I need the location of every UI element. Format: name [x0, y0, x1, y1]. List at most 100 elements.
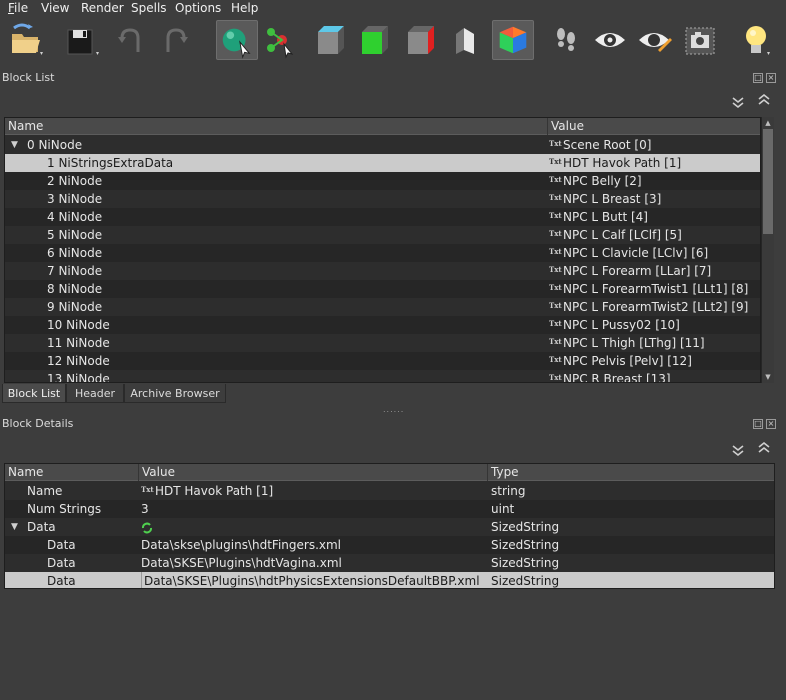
- row-name: 4 NiNode: [47, 210, 103, 224]
- color-cube-icon[interactable]: [492, 20, 534, 60]
- menu-view[interactable]: View: [41, 0, 69, 16]
- table-row[interactable]: ▼ Data SizedString: [5, 518, 774, 536]
- expand-arrow-icon[interactable]: ▼: [11, 136, 21, 154]
- close-icon[interactable]: ×: [766, 419, 776, 429]
- open-file-icon[interactable]: [8, 20, 44, 60]
- row-value: NPC L Breast [3]: [563, 192, 662, 206]
- green-box-icon[interactable]: [356, 20, 392, 60]
- expand-arrow-icon[interactable]: ▼: [11, 518, 21, 536]
- row-name: 12 NiNode: [47, 354, 110, 368]
- list-item[interactable]: 12 NiNode TxtNPC Pelvis [Pelv] [12]: [5, 352, 760, 370]
- chevron-up-icon[interactable]: [757, 442, 771, 454]
- row-name: 1 NiStringsExtraData: [47, 156, 174, 170]
- block-list-header: Name Value: [5, 118, 760, 135]
- menu-render[interactable]: Render: [81, 0, 124, 16]
- txt-icon: Txt: [549, 229, 562, 238]
- refresh-icon[interactable]: [141, 518, 153, 536]
- scrollbar-thumb[interactable]: [763, 129, 773, 234]
- list-item[interactable]: ▼ 0 NiNode TxtScene Root [0]: [5, 136, 760, 154]
- table-row[interactable]: Data Data\skse\plugins\hdtFingers.xml Si…: [5, 536, 774, 554]
- list-item[interactable]: 10 NiNode TxtNPC L Pussy02 [10]: [5, 316, 760, 334]
- menu-options[interactable]: Options: [175, 0, 221, 16]
- close-icon[interactable]: ×: [766, 73, 776, 83]
- detail-name: Data: [47, 556, 76, 570]
- table-row[interactable]: Name TxtHDT Havok Path [1] string: [5, 482, 774, 500]
- list-item[interactable]: 11 NiNode TxtNPC L Thigh [LThg] [11]: [5, 334, 760, 352]
- list-item[interactable]: 3 NiNode TxtNPC L Breast [3]: [5, 190, 760, 208]
- eye-icon[interactable]: [592, 20, 628, 60]
- row-value: NPC L ForearmTwist2 [LLt2] [9]: [563, 300, 749, 314]
- screenshot-icon[interactable]: [682, 20, 718, 60]
- detail-name: Data: [47, 574, 76, 588]
- footprints-icon[interactable]: [548, 20, 584, 60]
- float-icon[interactable]: □: [753, 419, 763, 429]
- detail-type: SizedString: [491, 556, 560, 570]
- tab-block-list[interactable]: Block List: [2, 384, 66, 403]
- txt-icon: Txt: [549, 265, 562, 274]
- block-list-scrollbar[interactable]: ▲ ▼: [761, 117, 774, 383]
- list-item[interactable]: 5 NiNode TxtNPC L Calf [LClf] [5]: [5, 226, 760, 244]
- wire-icon[interactable]: [448, 20, 484, 60]
- detail-value[interactable]: Data\SKSE\Plugins\hdtPhysicsExtensionsDe…: [141, 572, 480, 588]
- list-item[interactable]: 7 NiNode TxtNPC L Forearm [LLar] [7]: [5, 262, 760, 280]
- undo-icon[interactable]: [116, 20, 152, 60]
- scroll-down-icon[interactable]: ▼: [762, 373, 774, 381]
- list-item[interactable]: 4 NiNode TxtNPC L Butt [4]: [5, 208, 760, 226]
- dock-splitter[interactable]: ......: [383, 406, 403, 414]
- list-item[interactable]: 2 NiNode TxtNPC Belly [2]: [5, 172, 760, 190]
- row-value: NPC L Pussy02 [10]: [563, 318, 680, 332]
- list-item[interactable]: 8 NiNode TxtNPC L ForearmTwist1 [LLt1] […: [5, 280, 760, 298]
- save-icon[interactable]: [64, 20, 100, 60]
- menu-spells[interactable]: Spells: [131, 0, 167, 16]
- detail-name: Name: [27, 484, 63, 498]
- edit-eye-icon[interactable]: [636, 20, 672, 60]
- dock-tabs: Block List Header Archive Browser: [0, 384, 786, 404]
- menu-help[interactable]: Help: [231, 0, 258, 16]
- chevron-down-icon[interactable]: [731, 445, 745, 457]
- detail-value: HDT Havok Path [1]: [155, 484, 274, 498]
- bulb-icon[interactable]: [738, 20, 774, 60]
- menu-file[interactable]: File: [8, 0, 28, 16]
- row-value: NPC L ForearmTwist1 [LLt1] [8]: [563, 282, 749, 296]
- table-row[interactable]: Data Data\SKSE\Plugins\hdtPhysicsExtensi…: [5, 572, 774, 588]
- txt-icon: Txt: [549, 157, 562, 166]
- chevron-down-icon[interactable]: [731, 97, 745, 109]
- row-value: NPC R Breast [13]: [563, 372, 671, 383]
- list-item[interactable]: 9 NiNode TxtNPC L ForearmTwist2 [LLt2] […: [5, 298, 760, 316]
- block-list-tree[interactable]: Name Value ▼ 0 NiNode TxtScene Root [0] …: [4, 117, 761, 383]
- txt-icon: Txt: [549, 139, 562, 148]
- row-value: NPC L Calf [LClf] [5]: [563, 228, 682, 242]
- tab-archive-browser[interactable]: Archive Browser: [124, 384, 226, 403]
- column-header-value[interactable]: Value: [548, 118, 760, 135]
- table-row[interactable]: Num Strings 3 uint: [5, 500, 774, 518]
- list-item[interactable]: 13 NiNode TxtNPC R Breast [13]: [5, 370, 760, 383]
- list-item[interactable]: 1 NiStringsExtraData TxtHDT Havok Path […: [5, 154, 760, 172]
- txt-icon: Txt: [549, 337, 562, 346]
- block-list-title: Block List: [2, 71, 55, 84]
- float-icon[interactable]: □: [753, 73, 763, 83]
- row-name: 11 NiNode: [47, 336, 110, 350]
- toolbar: [0, 16, 786, 68]
- select-icon[interactable]: [216, 20, 258, 60]
- red-box-icon[interactable]: [402, 20, 438, 60]
- row-value: NPC L Butt [4]: [563, 210, 648, 224]
- row-name: 10 NiNode: [47, 318, 110, 332]
- block-details-tree[interactable]: Name Value Type Name TxtHDT Havok Path […: [4, 463, 775, 589]
- row-name: 2 NiNode: [47, 174, 103, 188]
- box-icon[interactable]: [312, 20, 348, 60]
- table-row[interactable]: Data Data\SKSE\Plugins\hdtVagina.xml Siz…: [5, 554, 774, 572]
- txt-icon: Txt: [549, 373, 562, 382]
- column-header-type[interactable]: Type: [488, 464, 774, 481]
- redo-icon[interactable]: [158, 20, 194, 60]
- column-header-value[interactable]: Value: [139, 464, 488, 481]
- txt-icon: Txt: [549, 301, 562, 310]
- list-item[interactable]: 6 NiNode TxtNPC L Clavicle [LClv] [6]: [5, 244, 760, 262]
- chevron-up-icon[interactable]: [757, 94, 771, 106]
- row-value: NPC L Forearm [LLar] [7]: [563, 264, 712, 278]
- column-header-name[interactable]: Name: [5, 464, 139, 481]
- column-header-name[interactable]: Name: [5, 118, 548, 135]
- detail-value: Data\skse\plugins\hdtFingers.xml: [141, 538, 342, 552]
- tab-header[interactable]: Header: [66, 384, 124, 403]
- scroll-up-icon[interactable]: ▲: [762, 119, 774, 127]
- select-nodes-icon[interactable]: [262, 20, 298, 60]
